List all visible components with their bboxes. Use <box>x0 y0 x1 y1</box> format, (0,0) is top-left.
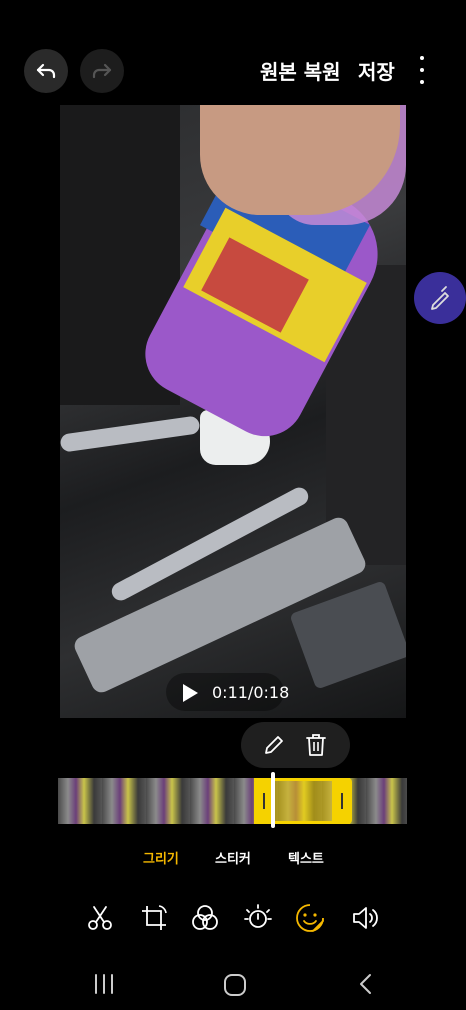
redo-arrow-icon <box>92 63 112 79</box>
restore-original-button[interactable]: 원본 복원 <box>260 56 341 85</box>
redo-button[interactable] <box>80 49 124 93</box>
more-vertical-icon <box>420 56 424 60</box>
undo-button[interactable] <box>24 49 68 93</box>
more-options-button[interactable] <box>410 56 434 84</box>
filter-icon[interactable] <box>190 903 220 933</box>
home-icon[interactable] <box>222 967 248 1001</box>
tab-sticker[interactable]: 스티커 <box>215 848 251 867</box>
undo-arrow-icon <box>36 63 56 79</box>
recent-apps-icon[interactable] <box>92 967 116 1001</box>
speaker-icon[interactable] <box>350 903 380 933</box>
sticker-icon[interactable] <box>295 903 325 933</box>
tab-draw[interactable]: 그리기 <box>143 848 179 867</box>
pen-icon <box>431 286 449 310</box>
top-bar: 원본 복원 저장 <box>0 0 466 100</box>
video-editor-screen: 원본 복원 저장 0:11/0:18 그리기 스티커 텍스트 <box>0 0 466 1010</box>
time-display: 0:11/0:18 <box>212 683 290 702</box>
video-preview[interactable]: 0:11/0:18 <box>60 105 406 718</box>
annotation-actions <box>241 722 350 768</box>
crop-rotate-icon[interactable] <box>139 903 169 933</box>
tab-text[interactable]: 텍스트 <box>288 848 324 867</box>
brightness-icon[interactable] <box>243 903 273 933</box>
save-button[interactable]: 저장 <box>358 56 395 85</box>
trim-handle-end[interactable] <box>332 778 352 824</box>
pen-settings-button[interactable] <box>414 272 466 324</box>
scissors-icon[interactable] <box>85 903 115 933</box>
pencil-icon[interactable] <box>263 734 285 756</box>
trash-icon[interactable] <box>305 733 327 757</box>
back-icon[interactable] <box>356 967 376 1001</box>
timeline-strip[interactable] <box>58 778 407 824</box>
playhead[interactable] <box>271 772 275 828</box>
play-icon[interactable] <box>180 683 200 703</box>
